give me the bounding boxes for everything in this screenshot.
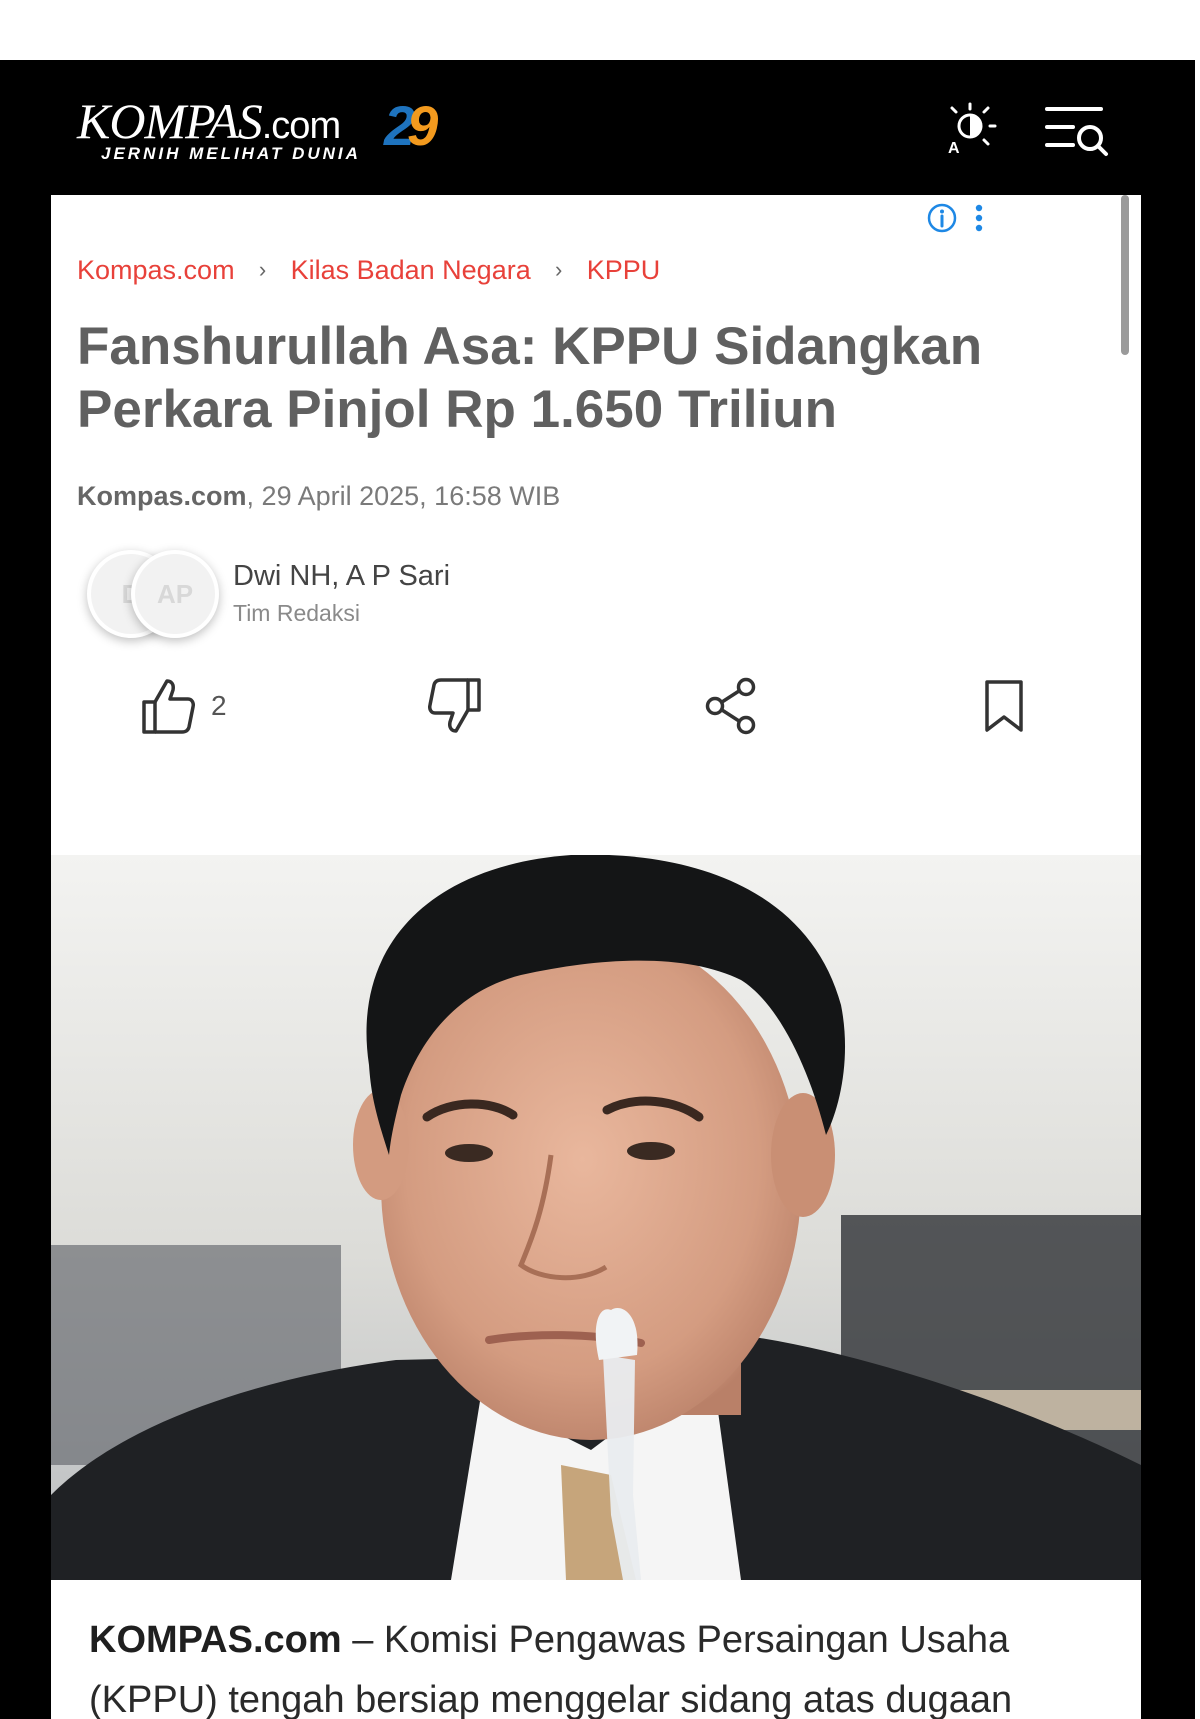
breadcrumb-item-category[interactable]: Kilas Badan Negara <box>291 255 531 286</box>
author-block[interactable]: D AP Dwi NH, A P Sari Tim Redaksi <box>87 550 787 640</box>
author-avatar[interactable]: AP <box>131 550 219 638</box>
share-button[interactable] <box>702 675 760 737</box>
share-icon <box>705 677 756 735</box>
lead-source: KOMPAS.com <box>89 1619 342 1661</box>
article-date: , 29 April 2025, 16:58 WIB <box>246 481 561 511</box>
breadcrumb: Kompas.com › Kilas Badan Negara › KPPU <box>77 250 660 290</box>
article-page: Kompas.com › Kilas Badan Negara › KPPU F… <box>51 195 1141 1719</box>
site-header: KOMPAS.com JERNIH MELIHAT DUNIA 29 A <box>0 60 1195 195</box>
breadcrumb-separator: › <box>555 257 563 282</box>
scrollbar-thumb[interactable] <box>1121 195 1129 355</box>
ad-info-button[interactable] <box>925 201 959 235</box>
menu-search-icon <box>1045 107 1108 156</box>
breadcrumb-separator: › <box>258 257 267 282</box>
thumbs-up-icon <box>142 679 195 734</box>
app-frame: KOMPAS.com JERNIH MELIHAT DUNIA 29 A Kom… <box>0 60 1195 1719</box>
article-hero-photo[interactable] <box>51 855 1141 1580</box>
thumbs-down-icon <box>428 678 481 733</box>
site-logo[interactable]: KOMPAS.com JERNIH MELIHAT DUNIA 29 <box>77 93 438 163</box>
ad-more-button[interactable] <box>969 201 989 237</box>
dislike-button[interactable] <box>426 675 484 737</box>
bookmark-icon <box>985 680 1023 732</box>
like-count: 2 <box>211 690 227 721</box>
portrait-photo <box>51 855 1141 1580</box>
info-icon <box>927 203 957 233</box>
author-names[interactable]: Dwi NH, A P Sari <box>233 560 450 593</box>
article-meta: Kompas.com, 29 April 2025, 16:58 WIB <box>77 481 560 512</box>
breadcrumb-item-tag[interactable]: KPPU <box>587 255 661 286</box>
anniversary-badge: 29 <box>384 94 438 157</box>
menu-search-button[interactable] <box>1043 103 1115 159</box>
article-lead-paragraph: KOMPAS.com – Komisi Pengawas Persaingan … <box>89 1610 1119 1719</box>
like-button[interactable]: 2 <box>139 675 227 737</box>
article-title: Fanshurullah Asa: KPPU Sidangkan Perkara… <box>77 317 983 439</box>
theme-toggle-button[interactable]: A <box>940 99 1000 157</box>
article-source[interactable]: Kompas.com <box>77 481 247 511</box>
contrast-brightness-icon: A <box>948 102 997 157</box>
more-vertical-icon <box>975 204 983 232</box>
article-actions: 2 <box>51 675 1141 745</box>
svg-text:A: A <box>948 140 960 157</box>
bookmark-button[interactable] <box>979 675 1029 737</box>
logo-wordmark: KOMPAS.com <box>77 93 341 149</box>
logo-tagline: JERNIH MELIHAT DUNIA <box>101 144 361 163</box>
author-role: Tim Redaksi <box>233 600 360 626</box>
breadcrumb-item-home[interactable]: Kompas.com <box>77 255 235 286</box>
